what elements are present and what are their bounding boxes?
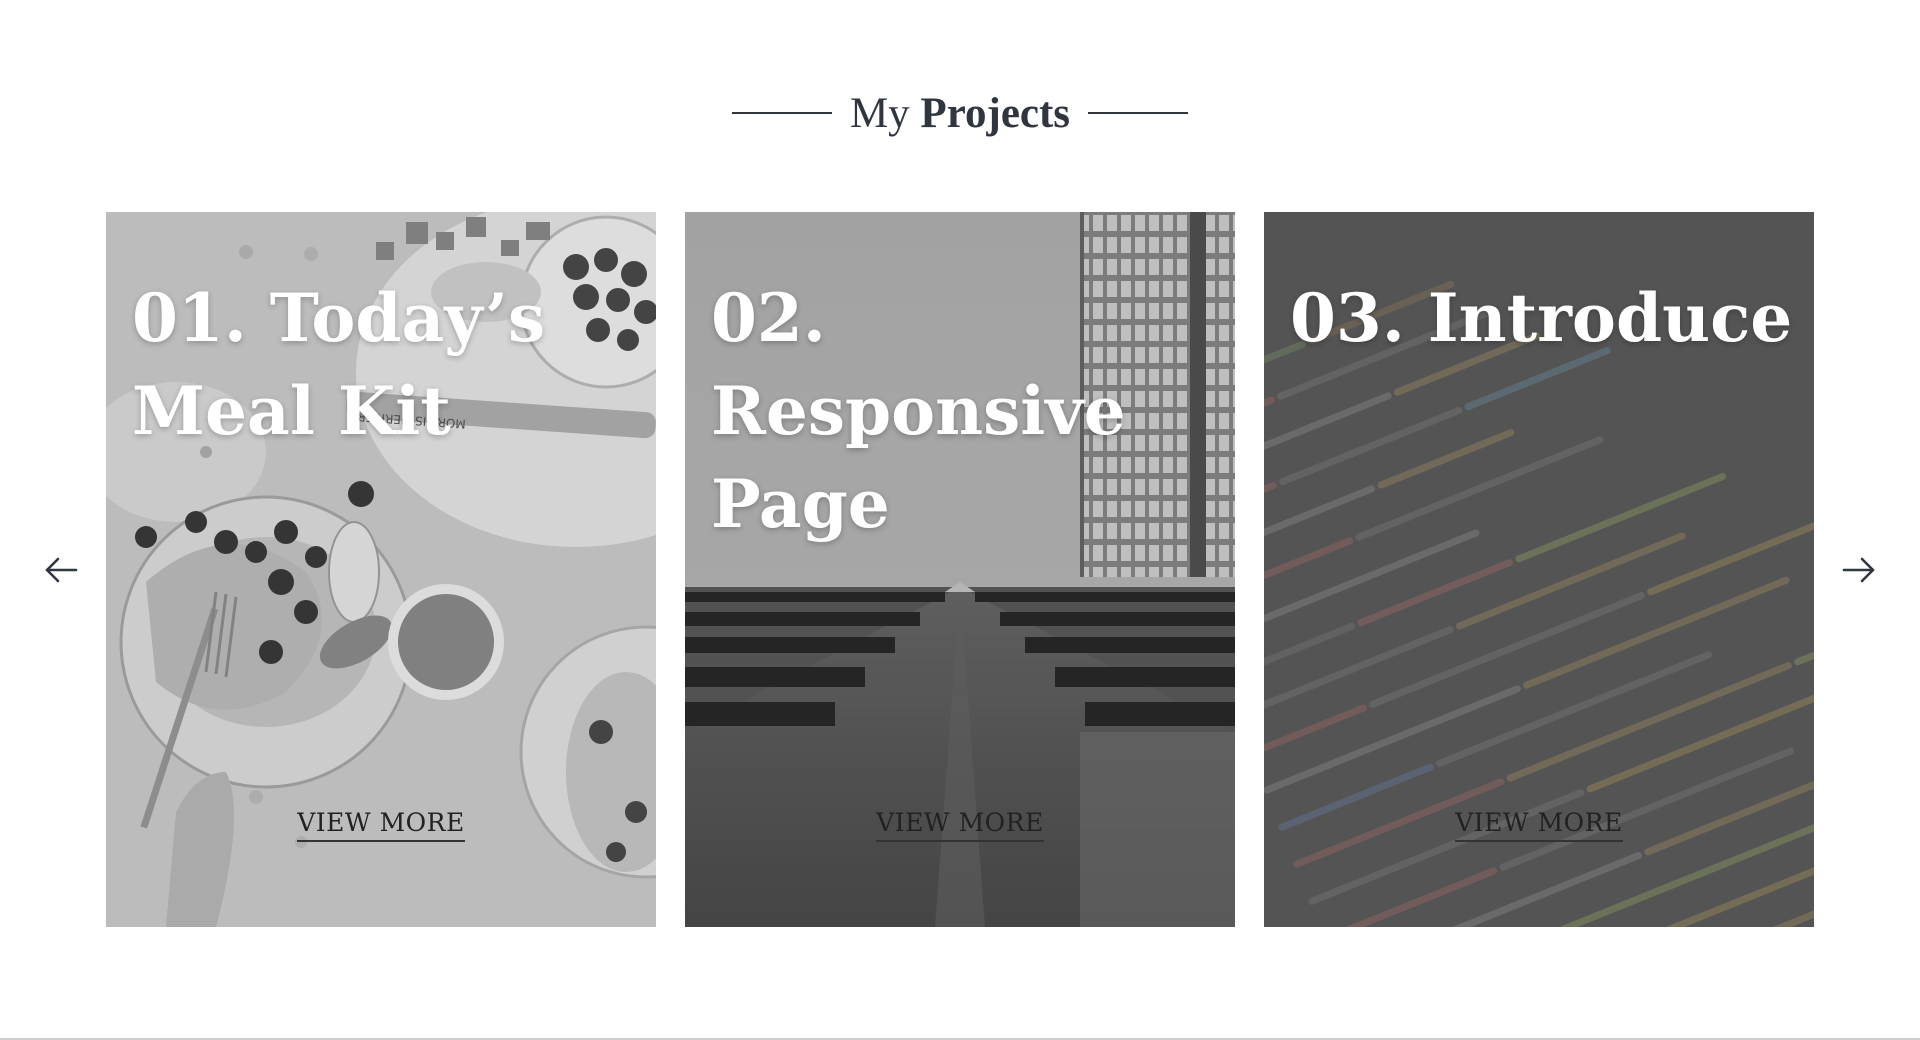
project-card-introduce[interactable]: 03. Introduce VIEW MORE	[1264, 212, 1814, 927]
section-title-light: My	[849, 89, 910, 137]
section-heading: My Projects	[0, 78, 1920, 148]
project-title: 03. Introduce	[1290, 279, 1793, 357]
view-more-link[interactable]: VIEW MORE	[1455, 808, 1623, 842]
arrow-right-icon	[1842, 557, 1875, 583]
project-title: 02. Responsive Page	[711, 279, 1126, 543]
carousel-prev-button[interactable]	[41, 550, 81, 590]
project-card-responsive-page[interactable]: 02. Responsive Page VIEW MORE	[685, 212, 1235, 927]
heading-divider-left	[731, 112, 832, 114]
arrow-left-icon	[45, 557, 78, 583]
section-title: My Projects	[850, 92, 1070, 135]
project-card-meal-kit[interactable]: MORE IS MERRIER 01. Today’s Meal Kit VIE…	[106, 212, 656, 927]
project-title: 01. Today’s Meal Kit	[132, 279, 546, 450]
carousel-next-button[interactable]	[1839, 550, 1879, 590]
view-more-link-wrap: VIEW MORE	[106, 808, 656, 842]
section-title-bold: Projects	[920, 89, 1071, 137]
heading-divider-right	[1088, 112, 1189, 114]
view-more-link[interactable]: VIEW MORE	[297, 808, 465, 842]
view-more-link[interactable]: VIEW MORE	[876, 808, 1044, 842]
view-more-link-wrap: VIEW MORE	[685, 808, 1235, 842]
view-more-link-wrap: VIEW MORE	[1264, 808, 1814, 842]
